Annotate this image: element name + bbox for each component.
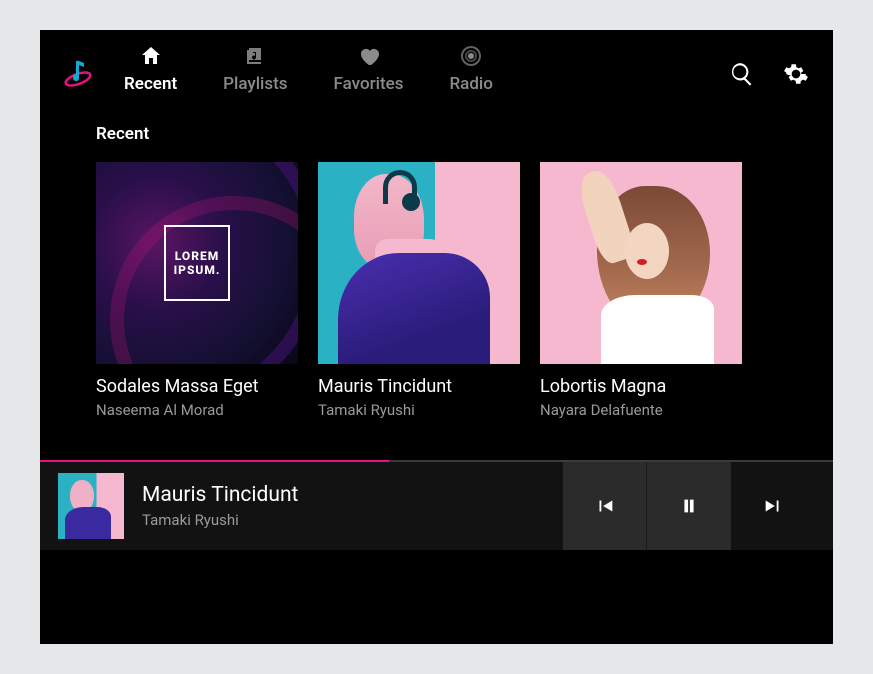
gear-icon[interactable]: [783, 61, 809, 87]
card-grid: LOREM IPSUM. Sodales Massa Eget Naseema …: [96, 162, 777, 419]
album-cover: [540, 162, 742, 364]
album-card[interactable]: LOREM IPSUM. Sodales Massa Eget Naseema …: [96, 162, 298, 419]
home-icon: [139, 44, 163, 68]
album-cover: LOREM IPSUM.: [96, 162, 298, 364]
now-playing-bar: Mauris Tincidunt Tamaki Ryushi: [40, 462, 833, 550]
now-playing-artist: Tamaki Ryushi: [142, 511, 563, 529]
now-playing-cover[interactable]: [58, 473, 124, 539]
radio-icon: [459, 44, 483, 68]
now-playing-meta[interactable]: Mauris Tincidunt Tamaki Ryushi: [142, 483, 563, 529]
album-card[interactable]: Mauris Tincidunt Tamaki Ryushi: [318, 162, 520, 419]
tab-recent[interactable]: Recent: [124, 44, 177, 94]
pause-icon: [678, 495, 700, 517]
app-logo: [62, 57, 94, 93]
previous-button[interactable]: [563, 462, 647, 550]
album-title: Sodales Massa Eget: [96, 376, 298, 397]
heart-icon: [357, 44, 381, 68]
album-title: Lobortis Magna: [540, 376, 742, 397]
recent-section: Recent LOREM IPSUM. Sodales Massa Eget N…: [40, 104, 833, 419]
album-card[interactable]: Lobortis Magna Nayara Delafuente: [540, 162, 742, 419]
music-app: Recent Playlists Favorites Radio Recent: [40, 30, 833, 644]
tab-radio[interactable]: Radio: [449, 44, 492, 94]
album-cover: [318, 162, 520, 364]
tab-radio-label: Radio: [449, 74, 492, 94]
album-artist: Naseema Al Morad: [96, 401, 298, 419]
skip-previous-icon: [594, 495, 616, 517]
toolbar-actions: [729, 61, 809, 87]
now-playing-title: Mauris Tincidunt: [142, 483, 563, 507]
next-button[interactable]: [731, 462, 815, 550]
album-title: Mauris Tincidunt: [318, 376, 520, 397]
album-artist: Nayara Delafuente: [540, 401, 742, 419]
tab-favorites[interactable]: Favorites: [334, 44, 404, 94]
section-title: Recent: [96, 124, 777, 144]
tab-favorites-label: Favorites: [334, 74, 404, 94]
cover-text-frame: LOREM IPSUM.: [164, 225, 231, 301]
tab-playlists[interactable]: Playlists: [223, 44, 287, 94]
tab-recent-label: Recent: [124, 74, 177, 94]
nav-tabs: Recent Playlists Favorites Radio: [124, 44, 729, 94]
search-icon[interactable]: [729, 61, 755, 87]
top-bar: Recent Playlists Favorites Radio: [40, 30, 833, 104]
tab-playlists-label: Playlists: [223, 74, 287, 94]
album-artist: Tamaki Ryushi: [318, 401, 520, 419]
playlist-icon: [243, 44, 267, 68]
skip-next-icon: [762, 495, 784, 517]
player-controls: [563, 462, 815, 550]
pause-button[interactable]: [647, 462, 731, 550]
